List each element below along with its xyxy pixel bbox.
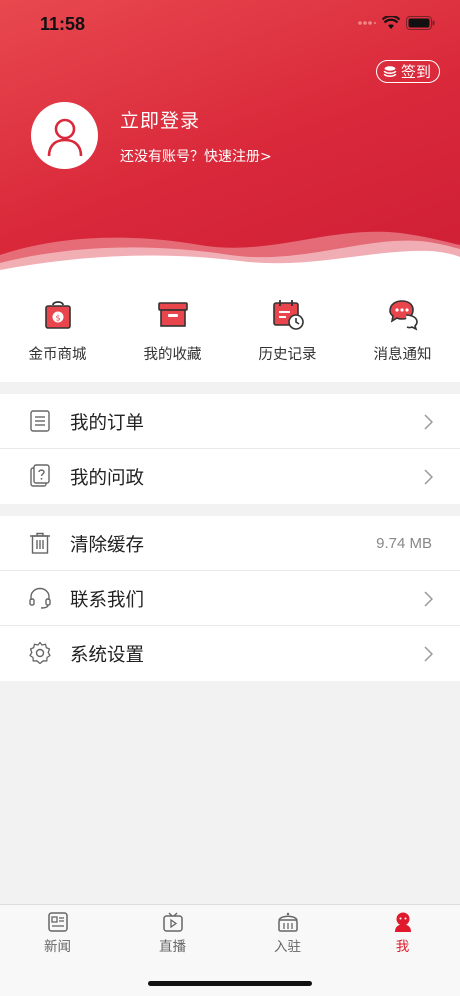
user-silhouette-icon: [47, 118, 82, 156]
menu-row-contact-us[interactable]: 联系我们: [0, 571, 460, 626]
wifi-icon: [382, 16, 400, 29]
status-bar: 11:58: [0, 0, 460, 50]
menu-group-settings: 清除缓存 9.74 MB 联系我们 系统设置: [0, 516, 460, 681]
checkin-label: 签到: [400, 63, 431, 81]
tab-label: 直播: [159, 939, 186, 955]
calendar-clock-icon: [272, 300, 304, 330]
cache-size-value: 9.74 MB: [376, 535, 432, 552]
headset-icon: [29, 587, 51, 609]
chevron-right-icon: [424, 591, 433, 607]
tab-news[interactable]: 新闻: [0, 911, 115, 955]
quick-item-favorites[interactable]: 我的收藏: [115, 297, 230, 364]
quick-item-notifications[interactable]: 消息通知: [345, 297, 460, 364]
tab-label: 入驻: [274, 939, 301, 955]
coin-bag-icon: $: [44, 301, 71, 329]
menu-label: 我的问政: [70, 468, 145, 489]
register-link[interactable]: 还没有账号？快速注册>: [120, 146, 272, 166]
chevron-right-icon: [424, 469, 433, 485]
menu-label: 清除缓存: [70, 535, 145, 556]
quick-label: 金币商城: [28, 347, 87, 363]
trash-icon: [30, 532, 50, 554]
tab-label: 我: [395, 939, 410, 955]
bottom-tab-bar: 新闻 直播 入驻 我: [0, 904, 460, 960]
news-icon: [47, 912, 68, 932]
tab-settle-in[interactable]: 入驻: [230, 911, 345, 955]
signal-icon: [358, 21, 376, 25]
quick-label: 历史记录: [258, 347, 317, 363]
login-title[interactable]: 立即登录: [120, 106, 200, 133]
chat-bubble-icon: [388, 300, 418, 331]
menu-label: 联系我们: [70, 590, 145, 611]
quick-label: 我的收藏: [143, 347, 202, 363]
tv-icon: [162, 912, 183, 932]
archive-box-icon: [157, 302, 188, 327]
menu-row-my-inquiries[interactable]: 我的问政: [0, 449, 460, 504]
svg-text:$: $: [55, 314, 60, 323]
gear-icon: [29, 641, 51, 665]
tab-me[interactable]: 我: [345, 911, 460, 955]
chevron-right-icon: [424, 414, 433, 430]
quick-item-coin-mall[interactable]: $ 金币商城: [0, 297, 115, 364]
tab-live[interactable]: 直播: [115, 911, 230, 955]
profile-icon: [394, 912, 411, 932]
menu-label: 我的订单: [70, 413, 145, 434]
building-icon: [277, 912, 298, 932]
chevron-right-icon: [424, 646, 433, 662]
quick-label: 消息通知: [373, 347, 432, 363]
home-indicator-area: [0, 960, 460, 996]
menu-row-clear-cache[interactable]: 清除缓存 9.74 MB: [0, 516, 460, 571]
status-time: 11:58: [40, 14, 86, 34]
question-doc-icon: [30, 464, 50, 487]
header-wave: [0, 231, 460, 275]
status-icons: [358, 16, 436, 30]
menu-label: 系统设置: [70, 645, 145, 666]
order-list-icon: [30, 410, 50, 432]
tab-label: 新闻: [44, 939, 71, 955]
avatar[interactable]: [31, 102, 98, 169]
quick-item-history[interactable]: 历史记录: [230, 297, 345, 364]
menu-row-system-settings[interactable]: 系统设置: [0, 626, 460, 681]
home-indicator[interactable]: [148, 981, 312, 986]
menu-group-orders: 我的订单 我的问政: [0, 394, 460, 504]
checkin-button[interactable]: 签到: [375, 60, 440, 83]
coin-stack-icon: [383, 65, 397, 77]
battery-icon: [406, 16, 435, 30]
quick-actions: $ 金币商城 我的收藏 历史记录 消息通知: [0, 275, 460, 382]
menu-row-my-orders[interactable]: 我的订单: [0, 394, 460, 449]
